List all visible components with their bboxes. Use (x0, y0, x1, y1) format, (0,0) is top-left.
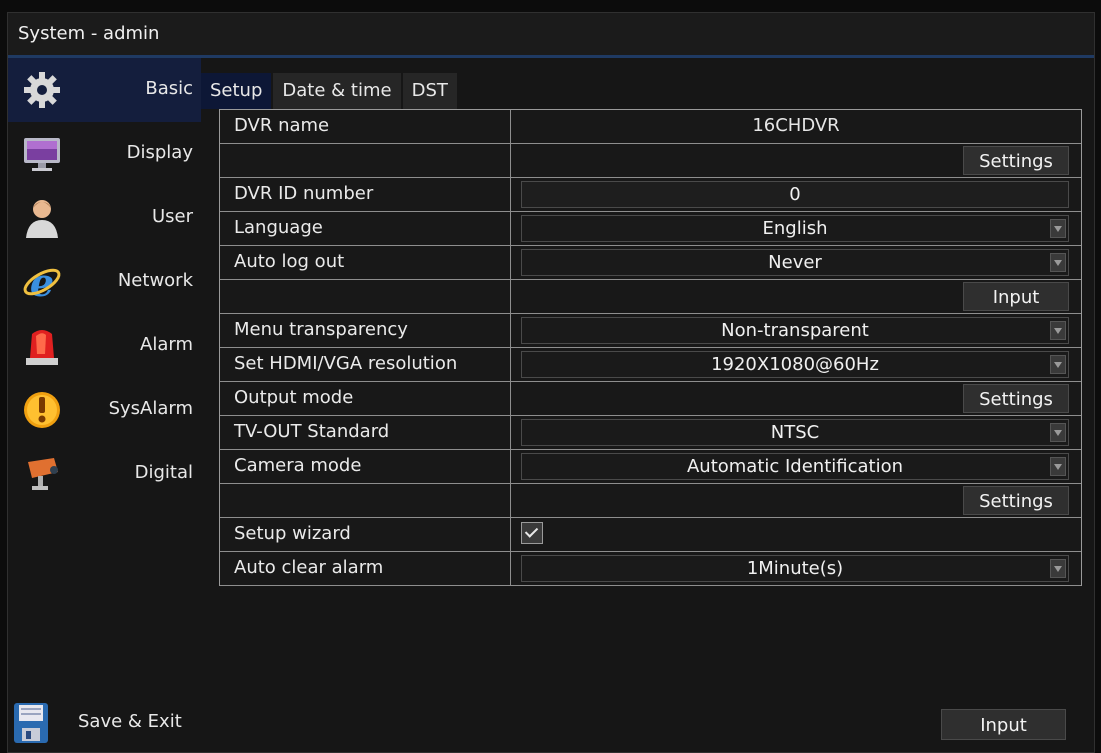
title-bar: System - admin (8, 13, 1094, 58)
menu-transparency-value: Non-transparent (721, 320, 869, 341)
save-exit-label: Save & Exit (78, 711, 182, 732)
sidebar-item-label: Display (126, 142, 193, 163)
output-mode-label: Output mode (220, 382, 511, 415)
sidebar-item-alarm[interactable]: Alarm (8, 314, 201, 378)
table-row: Settings (220, 484, 1081, 518)
sidebar-item-network[interactable]: e Network (8, 250, 201, 314)
dvr-id-input[interactable]: 0 (521, 181, 1069, 208)
network-icon: e (23, 260, 61, 304)
table-row: Setup wizard (220, 518, 1081, 552)
auto-clear-alarm-select[interactable]: 1Minute(s) (521, 555, 1069, 582)
sidebar-item-label: Alarm (140, 334, 193, 355)
sidebar-item-label: SysAlarm (108, 398, 193, 419)
table-row: Settings (220, 144, 1081, 178)
menu-transparency-label: Menu transparency (220, 314, 511, 347)
table-row: Set HDMI/VGA resolution 1920X1080@60Hz (220, 348, 1081, 382)
tv-out-label: TV-OUT Standard (220, 416, 511, 449)
save-exit-button[interactable]: Save & Exit (0, 697, 193, 747)
empty-label (220, 144, 511, 177)
table-row: Input (220, 280, 1081, 314)
sidebar-item-sysalarm[interactable]: SysAlarm (8, 378, 201, 442)
auto-logout-input-button[interactable]: Input (963, 282, 1069, 311)
chevron-down-icon (1050, 423, 1066, 442)
table-row: Auto log out Never (220, 246, 1081, 280)
warning-icon (24, 392, 60, 428)
resolution-select[interactable]: 1920X1080@60Hz (521, 351, 1069, 378)
tv-out-select[interactable]: NTSC (521, 419, 1069, 446)
resolution-label: Set HDMI/VGA resolution (220, 348, 511, 381)
empty-label (220, 280, 511, 313)
dvr-name-settings-button[interactable]: Settings (963, 146, 1069, 175)
tab-date-time[interactable]: Date & time (273, 73, 401, 109)
chevron-down-icon (1050, 355, 1066, 374)
sidebar-item-display[interactable]: Display (8, 122, 201, 186)
user-icon (26, 200, 58, 238)
sidebar-item-user[interactable]: User (8, 186, 201, 250)
output-mode-settings-button[interactable]: Settings (963, 384, 1069, 413)
resolution-value: 1920X1080@60Hz (711, 354, 879, 375)
tab-setup[interactable]: Setup (201, 73, 272, 109)
chevron-down-icon (1050, 253, 1066, 272)
dvr-id-label: DVR ID number (220, 178, 511, 211)
sidebar-item-label: Digital (134, 462, 193, 483)
table-row: TV-OUT Standard NTSC (220, 416, 1081, 450)
table-row: Output mode Settings (220, 382, 1081, 416)
table-row: Auto clear alarm 1Minute(s) (220, 552, 1081, 586)
floppy-disk-icon (14, 703, 48, 743)
settings-table: DVR name 16CHDVR Settings DVR ID number … (219, 109, 1082, 586)
tv-out-value: NTSC (770, 422, 820, 443)
sidebar-item-label: Basic (145, 78, 193, 99)
input-button[interactable]: Input (941, 709, 1066, 740)
chevron-down-icon (1050, 321, 1066, 340)
chevron-down-icon (1050, 457, 1066, 476)
sidebar-item-label: Network (117, 270, 193, 291)
dvr-name-label: DVR name (220, 110, 511, 143)
language-select[interactable]: English (521, 215, 1069, 242)
camera-mode-value: Automatic Identification (686, 456, 904, 477)
sidebar-item-label: User (151, 206, 193, 227)
chevron-down-icon (1050, 219, 1066, 238)
tab-dst[interactable]: DST (402, 73, 457, 109)
camera-icon (28, 458, 58, 490)
camera-mode-settings-button[interactable]: Settings (963, 486, 1069, 515)
table-row: DVR ID number 0 (220, 178, 1081, 212)
table-row: Language English (220, 212, 1081, 246)
camera-mode-select[interactable]: Automatic Identification (521, 453, 1069, 480)
dvr-name-value: 16CHDVR (752, 115, 840, 136)
auto-clear-alarm-label: Auto clear alarm (220, 552, 511, 585)
window-title: System - admin (18, 23, 160, 44)
empty-label (220, 484, 511, 517)
sidebar-item-basic[interactable]: Basic (8, 58, 201, 122)
gear-icon (24, 72, 60, 108)
svg-text:e: e (30, 260, 54, 304)
setup-wizard-label: Setup wizard (220, 518, 511, 551)
alarm-light-icon (26, 330, 58, 365)
table-row: Menu transparency Non-transparent (220, 314, 1081, 348)
setup-wizard-checkbox[interactable] (521, 522, 543, 544)
chevron-down-icon (1050, 559, 1066, 578)
monitor-icon (24, 138, 60, 171)
sidebar-item-digital[interactable]: Digital (8, 442, 201, 506)
auto-clear-alarm-value: 1Minute(s) (746, 558, 844, 579)
menu-transparency-select[interactable]: Non-transparent (521, 317, 1069, 344)
camera-mode-label: Camera mode (220, 450, 511, 483)
auto-logout-label: Auto log out (220, 246, 511, 279)
auto-logout-value: Never (768, 252, 822, 273)
sidebar: Basic Display User e Network Alarm SysAl… (8, 58, 201, 752)
table-row: Camera mode Automatic Identification (220, 450, 1081, 484)
language-label: Language (220, 212, 511, 245)
table-row: DVR name 16CHDVR (220, 110, 1081, 144)
tab-bar: Setup Date & time DST (201, 73, 459, 109)
language-value: English (762, 218, 828, 239)
auto-logout-select[interactable]: Never (521, 249, 1069, 276)
